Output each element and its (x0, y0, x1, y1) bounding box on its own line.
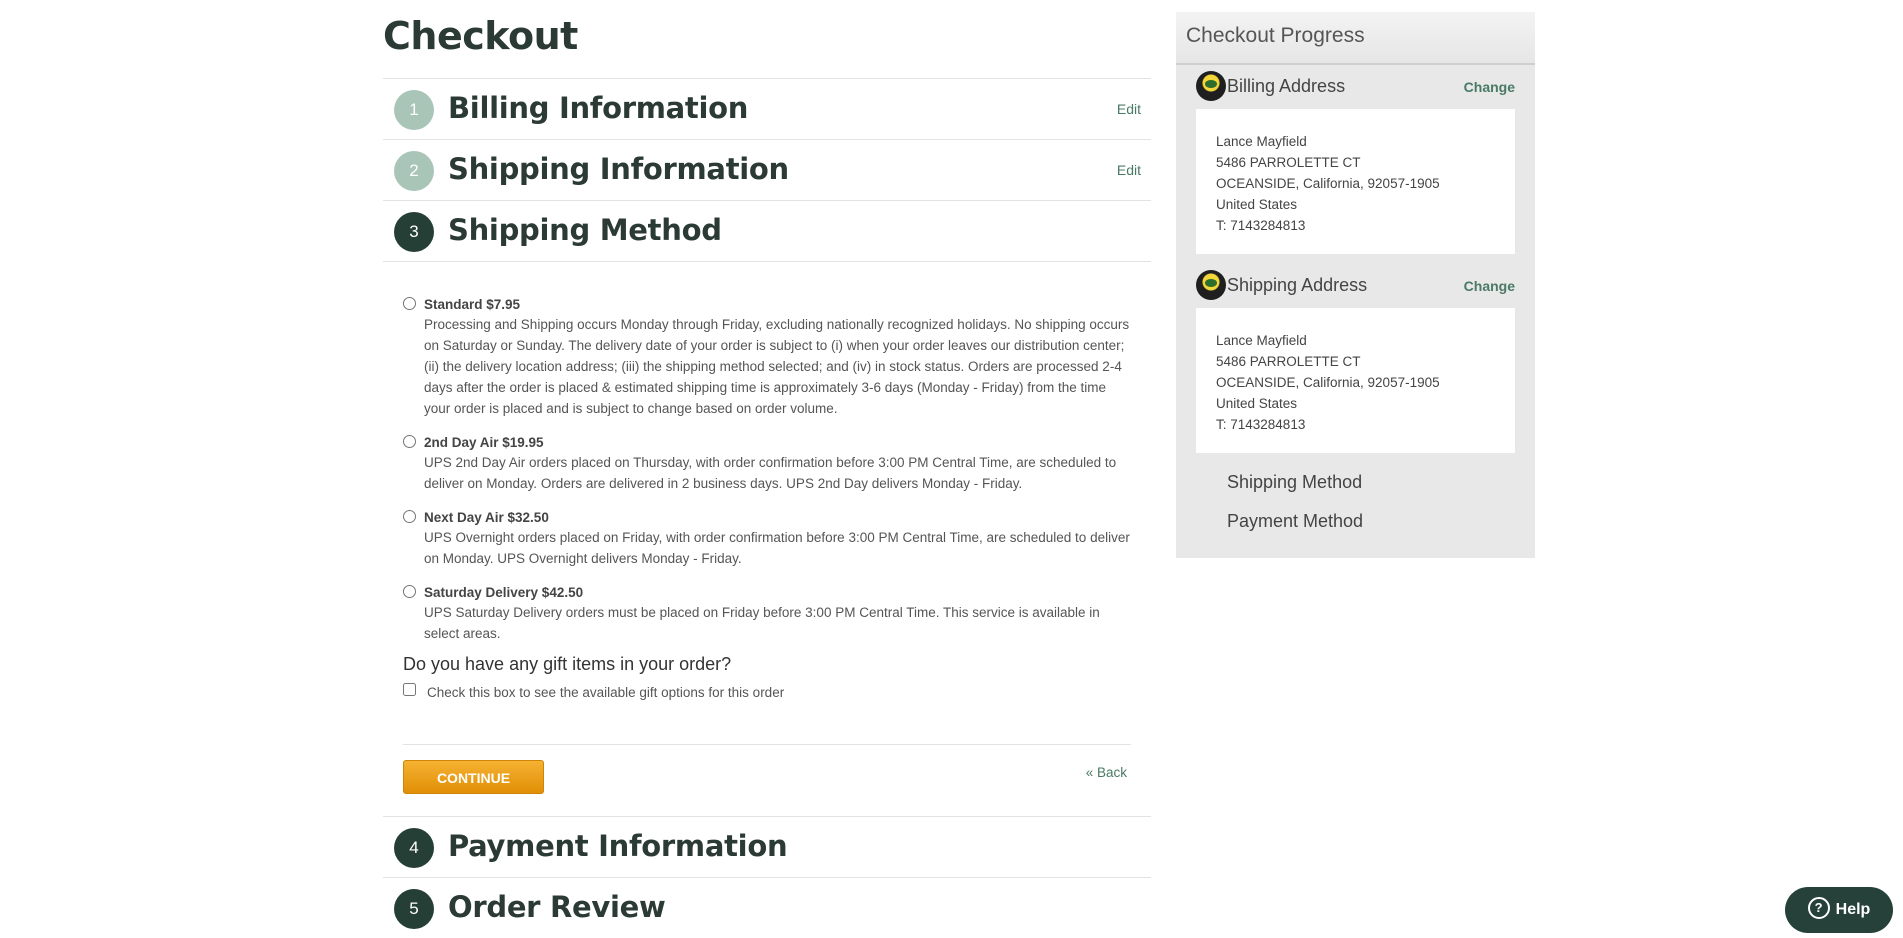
address-line: OCEANSIDE, California, 92057-1905 (1216, 375, 1440, 390)
back-link[interactable]: « Back (1086, 765, 1127, 780)
step-billing-information[interactable]: 1 Billing Information Edit (383, 78, 1151, 139)
shipping-option-2nd-day-air[interactable]: 2nd Day Air $19.95 UPS 2nd Day Air order… (403, 435, 1131, 494)
gift-options-checkbox-row[interactable]: Check this box to see the available gift… (403, 683, 1131, 700)
shipping-option-saturday-delivery[interactable]: Saturday Delivery $42.50 UPS Saturday De… (403, 585, 1131, 644)
logo-icon (1196, 270, 1226, 300)
address-line: Lance Mayfield (1216, 134, 1307, 149)
shipping-method-panel: Standard $7.95 Processing and Shipping o… (383, 261, 1151, 816)
billing-address-heading: Billing Address (1227, 76, 1346, 96)
billing-address-box: Lance Mayfield 5486 PARROLETTE CT OCEANS… (1196, 109, 1515, 254)
shipping-radio-next-day-air[interactable] (403, 510, 416, 523)
step-title: Payment Information (448, 829, 788, 863)
shipping-option-standard[interactable]: Standard $7.95 Processing and Shipping o… (403, 297, 1131, 419)
step-number: 5 (394, 889, 434, 929)
step-number: 1 (394, 90, 434, 130)
step-actions: CONTINUE « Back (403, 744, 1131, 805)
step-number: 4 (394, 828, 434, 868)
address-line: Lance Mayfield (1216, 333, 1307, 348)
step-payment-information: 4 Payment Information (383, 816, 1151, 877)
address-line: 5486 PARROLETTE CT (1216, 354, 1361, 369)
shipping-option-description: UPS Saturday Delivery orders must be pla… (424, 605, 1100, 641)
change-billing-link[interactable]: Change (1464, 79, 1515, 95)
progress-shipping-header: Shipping Address Change (1196, 264, 1515, 308)
shipping-option-label: Next Day Air $32.50 (424, 510, 549, 525)
edit-billing-link[interactable]: Edit (1117, 101, 1141, 117)
edit-shipping-link[interactable]: Edit (1117, 162, 1141, 178)
gift-options-checkbox[interactable] (403, 683, 416, 696)
progress-billing-header: Billing Address Change (1196, 65, 1515, 109)
shipping-option-description: UPS 2nd Day Air orders placed on Thursda… (424, 455, 1117, 491)
help-button[interactable]: ? Help (1785, 887, 1893, 933)
shipping-radio-standard[interactable] (403, 297, 416, 310)
step-shipping-information[interactable]: 2 Shipping Information Edit (383, 139, 1151, 200)
step-order-review: 5 Order Review (383, 877, 1151, 938)
gift-question: Do you have any gift items in your order… (403, 654, 732, 674)
step-title: Shipping Information (448, 152, 789, 186)
address-line: OCEANSIDE, California, 92057-1905 (1216, 176, 1440, 191)
shipping-option-next-day-air[interactable]: Next Day Air $32.50 UPS Overnight orders… (403, 510, 1131, 569)
step-title: Billing Information (448, 91, 749, 125)
step-number: 2 (394, 151, 434, 191)
address-line: United States (1216, 396, 1298, 411)
shipping-option-label: Standard $7.95 (424, 297, 521, 312)
shipping-option-label: Saturday Delivery $42.50 (424, 585, 584, 600)
progress-billing-address: Billing Address Change Lance Mayfield 54… (1196, 65, 1515, 254)
logo-icon (1196, 71, 1226, 101)
step-title: Order Review (448, 890, 666, 924)
checkout-progress-title: Checkout Progress (1176, 12, 1535, 65)
question-icon: ? (1807, 896, 1830, 919)
progress-shipping-method: Shipping Method (1227, 472, 1363, 492)
change-shipping-link[interactable]: Change (1464, 278, 1515, 294)
continue-button[interactable]: CONTINUE (403, 760, 544, 794)
address-line: 5486 PARROLETTE CT (1216, 155, 1361, 170)
gift-options-label: Check this box to see the available gift… (427, 685, 785, 700)
shipping-address-box: Lance Mayfield 5486 PARROLETTE CT OCEANS… (1196, 308, 1515, 453)
checkout-progress-sidebar: Checkout Progress Billing Address Change… (1176, 12, 1535, 558)
shipping-option-description: Processing and Shipping occurs Monday th… (424, 317, 1130, 416)
step-shipping-method: 3 Shipping Method (383, 200, 1151, 261)
help-label: Help (1835, 901, 1871, 918)
shipping-address-heading: Shipping Address (1227, 275, 1368, 295)
progress-shipping-address: Shipping Address Change Lance Mayfield 5… (1196, 264, 1515, 453)
address-line: T: 7143284813 (1216, 218, 1306, 233)
progress-payment-method: Payment Method (1227, 511, 1364, 531)
shipping-option-description: UPS Overnight orders placed on Friday, w… (424, 530, 1130, 566)
shipping-radio-saturday-delivery[interactable] (403, 585, 416, 598)
step-title: Shipping Method (448, 213, 722, 247)
page-title: Checkout (383, 14, 578, 58)
checkout-main: Checkout 1 Billing Information Edit 2 Sh… (383, 0, 1151, 938)
step-number: 3 (394, 212, 434, 252)
shipping-option-label: 2nd Day Air $19.95 (424, 435, 544, 450)
shipping-radio-2nd-day-air[interactable] (403, 435, 416, 448)
address-line: T: 7143284813 (1216, 417, 1306, 432)
address-line: United States (1216, 197, 1298, 212)
